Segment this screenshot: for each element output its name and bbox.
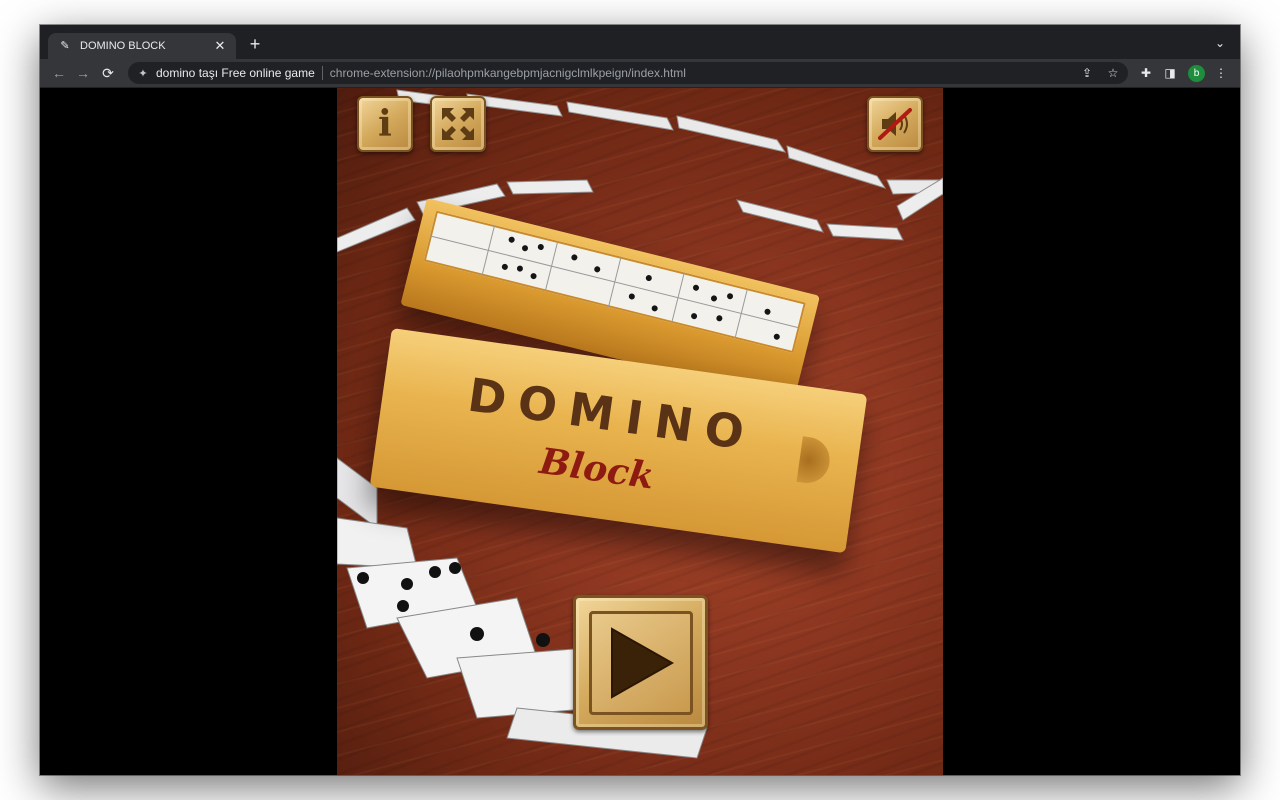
pen-icon: ✎	[60, 40, 70, 52]
browser-window: ✎ DOMINO BLOCK ✕ + ⌄ ← → ⟳ ✦ domino taşı…	[40, 25, 1240, 775]
game-subtitle: Block	[537, 440, 657, 498]
share-icon[interactable]: ⇪	[1078, 64, 1096, 82]
sound-toggle-button[interactable]	[867, 96, 923, 152]
profile-avatar[interactable]: b	[1188, 65, 1205, 82]
game-title: DOMINO	[464, 367, 760, 462]
close-tab-icon[interactable]: ✕	[212, 38, 228, 54]
reload-button[interactable]: ⟳	[99, 64, 117, 82]
lid-finger-notch	[796, 436, 833, 486]
page-viewport: DOMINO Block i	[40, 88, 1240, 775]
side-panel-icon[interactable]: ◨	[1161, 64, 1179, 82]
browser-toolbar: ← → ⟳ ✦ domino taşı Free online game chr…	[40, 59, 1240, 88]
extension-puzzle-icon[interactable]: ✦	[136, 67, 150, 80]
back-button[interactable]: ←	[50, 64, 68, 82]
new-tab-button[interactable]: +	[245, 34, 265, 54]
omnibox-actions: ⇪ ☆	[1078, 64, 1122, 82]
address-bar[interactable]: ✦ domino taşı Free online game chrome-ex…	[128, 62, 1128, 84]
kebab-menu-icon[interactable]: ⋮	[1212, 64, 1230, 82]
bookmark-star-icon[interactable]: ☆	[1104, 64, 1122, 82]
url-text[interactable]: chrome-extension://pilaohpmkangebpmjacni…	[330, 66, 686, 80]
info-icon: i	[378, 103, 392, 145]
sound-muted-icon	[878, 108, 912, 140]
tab-strip: ✎ DOMINO BLOCK ✕ + ⌄	[40, 25, 1240, 59]
omnibox-separator	[321, 66, 323, 80]
site-name: domino taşı Free online game	[156, 66, 315, 80]
fullscreen-icon	[442, 108, 474, 140]
forward-button[interactable]: →	[74, 64, 92, 82]
info-button[interactable]: i	[357, 96, 413, 152]
game-canvas[interactable]: DOMINO Block i	[337, 88, 943, 775]
tab-title: DOMINO BLOCK	[80, 40, 166, 52]
fullscreen-button[interactable]	[430, 96, 486, 152]
play-icon	[610, 626, 674, 699]
tab-domino-block[interactable]: ✎ DOMINO BLOCK ✕	[48, 33, 236, 59]
tab-search-chevron-icon[interactable]: ⌄	[1212, 35, 1228, 51]
extensions-puzzle-icon[interactable]: ✚	[1137, 64, 1155, 82]
play-button-inset	[588, 610, 693, 715]
play-button[interactable]	[573, 595, 708, 730]
